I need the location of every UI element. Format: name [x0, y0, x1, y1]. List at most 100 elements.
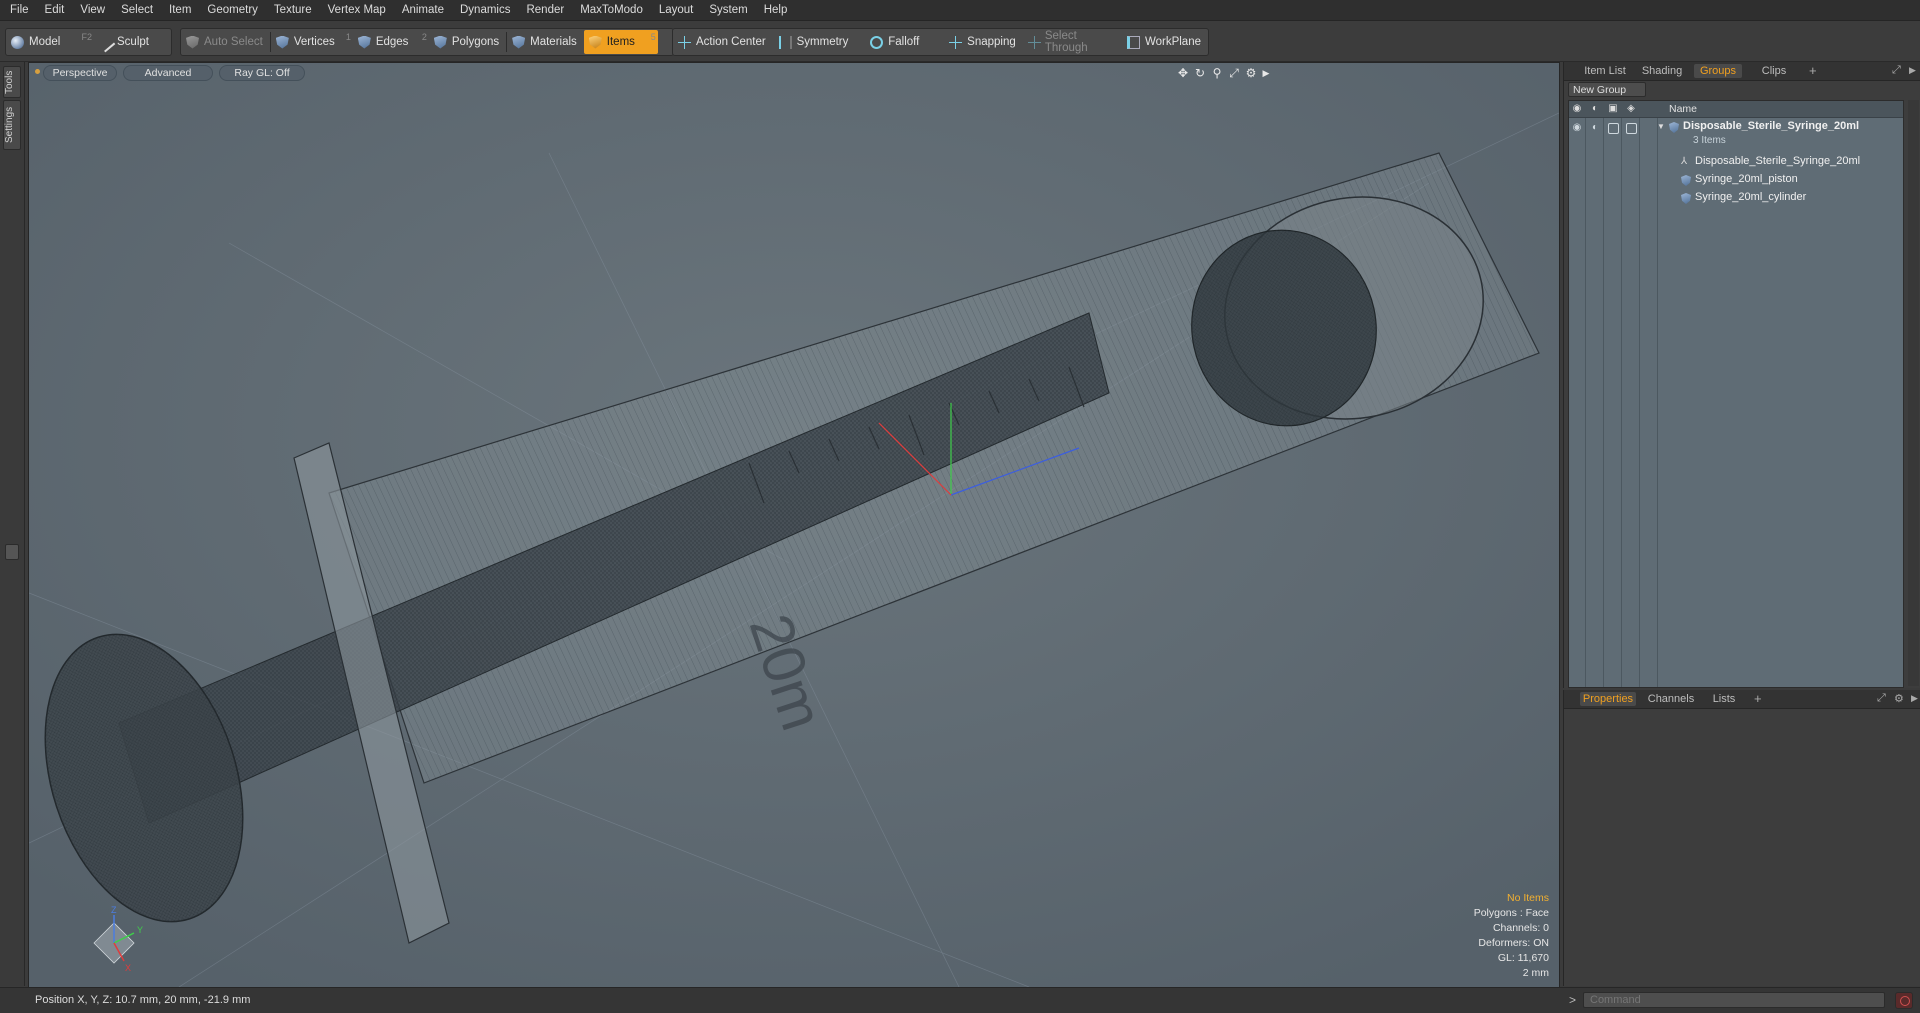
expand-chevron-icon[interactable]: ▼ [1655, 121, 1667, 133]
settings-gear-icon[interactable]: ⚙ [1244, 66, 1258, 80]
lock-checkbox[interactable] [1608, 123, 1619, 134]
child-name: Syringe_20ml_cylinder [1695, 191, 1807, 203]
group-name: Disposable_Sterile_Syringe_20ml [1683, 120, 1860, 132]
menu-system[interactable]: System [701, 0, 755, 20]
expand-arrow-icon[interactable]: ▶ [1259, 66, 1273, 80]
viewport-header: Perspective Advanced Ray GL: Off ✥ ↻ ⚲ ⤢… [29, 63, 1559, 81]
maximize-panel-icon[interactable]: ⤢ [1877, 692, 1886, 705]
rotate-icon[interactable]: ↻ [1193, 66, 1207, 80]
panel-arrow-icon[interactable]: ▶ [1909, 65, 1916, 76]
menu-help[interactable]: Help [756, 0, 796, 20]
add-tab-icon[interactable]: + [1754, 691, 1762, 706]
select-through-button[interactable]: Select Through [1023, 30, 1122, 54]
mesh-icon [1681, 175, 1691, 186]
command-history-button[interactable] [1895, 992, 1913, 1009]
action-center-button[interactable]: Action Center [673, 30, 774, 54]
panel-arrow-icon[interactable]: ▶ [1911, 693, 1918, 704]
svg-text:X: X [125, 963, 131, 973]
render-icon[interactable]: ◐ [1589, 103, 1601, 115]
materials-button[interactable]: Materials [507, 30, 584, 54]
collapse-handle[interactable] [5, 544, 19, 560]
menu-item[interactable]: Item [161, 0, 199, 20]
tab-groups[interactable]: Groups [1694, 64, 1742, 78]
name-column-header[interactable]: Name [1669, 103, 1697, 115]
tab-shading[interactable]: Shading [1638, 64, 1686, 78]
tab-tools[interactable]: Tools [3, 66, 21, 98]
svg-text:Y: Y [137, 925, 143, 935]
select-through-icon [1028, 35, 1041, 49]
render-icon[interactable]: ◐ [1589, 122, 1601, 134]
group-icon [1669, 122, 1679, 133]
menu-texture[interactable]: Texture [266, 0, 320, 20]
3d-viewport[interactable]: 20m Z Y X Perspective Advanced Ray GL: O… [28, 62, 1560, 988]
visibility-eye-icon[interactable]: ◉ [1571, 122, 1583, 134]
tab-settings[interactable]: Settings [3, 100, 21, 150]
command-bar: > [1563, 987, 1920, 1013]
workplane-button[interactable]: WorkPlane [1122, 30, 1208, 54]
polygons-button[interactable]: Polygons [429, 30, 506, 54]
child-name: Disposable_Sterile_Syringe_20ml [1695, 155, 1861, 167]
info-items: No Items [1506, 892, 1549, 904]
menu-edit[interactable]: Edit [37, 0, 73, 20]
select-icon[interactable]: ◈ [1625, 103, 1637, 115]
vertices-button[interactable]: Vertices 1 [271, 30, 353, 54]
menu-animate[interactable]: Animate [394, 0, 452, 20]
symmetry-button[interactable]: Symmetry [774, 30, 866, 54]
maximize-icon[interactable]: ⤢ [1227, 66, 1241, 80]
menu-dynamics[interactable]: Dynamics [452, 0, 518, 20]
zoom-icon[interactable]: ⚲ [1210, 66, 1224, 80]
child-name: Syringe_20ml_piston [1695, 173, 1798, 185]
lock-icon[interactable]: ▣ [1607, 103, 1619, 115]
model-button[interactable]: Model F2 [6, 30, 94, 54]
menu-layout[interactable]: Layout [651, 0, 702, 20]
maximize-panel-icon[interactable]: ⤢ [1892, 64, 1901, 77]
selection-group: Auto Select Vertices 1 Edges 2 Polygons … [180, 28, 674, 56]
add-tab-icon[interactable]: + [1809, 63, 1817, 78]
menu-render[interactable]: Render [518, 0, 572, 20]
info-gl: GL: 11,670 [1497, 952, 1549, 964]
groups-panel-tabbar: Item List Shading Groups Clips + ⤢ ▶ [1564, 62, 1920, 81]
menu-view[interactable]: View [72, 0, 113, 20]
group-child-row[interactable]: Syringe_20ml_piston [1569, 171, 1903, 189]
action-center-icon [678, 35, 691, 49]
raygl-button[interactable]: Ray GL: Off [219, 65, 305, 81]
tab-clips[interactable]: Clips [1754, 64, 1794, 78]
group-child-row[interactable]: Syringe_20ml_cylinder [1569, 189, 1903, 207]
settings-gear-icon[interactable]: ⚙ [1894, 692, 1904, 705]
svg-text:Z: Z [111, 905, 117, 915]
brush-icon [95, 32, 116, 52]
position-readout: Position X, Y, Z: 10.7 mm, 20 mm, -21.9 … [35, 994, 251, 1006]
shading-mode-button[interactable]: Advanced [123, 65, 213, 81]
group-child-row[interactable]: ⅄ Disposable_Sterile_Syringe_20ml [1569, 153, 1903, 171]
symmetry-icon [778, 35, 792, 49]
group-row[interactable]: ◉ ◐ ▼ Disposable_Sterile_Syringe_20ml 3 … [1569, 118, 1903, 150]
visibility-eye-icon[interactable]: ◉ [1571, 103, 1583, 115]
items-button[interactable]: Items 5 [583, 30, 658, 54]
view-mode-button[interactable]: Perspective [43, 65, 117, 81]
tab-item-list[interactable]: Item List [1580, 64, 1630, 78]
sculpt-button[interactable]: Sculpt [94, 30, 156, 54]
tab-lists[interactable]: Lists [1706, 692, 1742, 706]
tab-properties[interactable]: Properties [1580, 692, 1636, 706]
new-group-button[interactable]: New Group [1568, 82, 1646, 97]
groups-scrollbar[interactable] [1908, 100, 1919, 686]
falloff-button[interactable]: Falloff [865, 30, 944, 54]
command-input[interactable] [1583, 992, 1885, 1008]
tab-channels[interactable]: Channels [1644, 692, 1698, 706]
edges-button[interactable]: Edges 2 [353, 30, 429, 54]
viewport-menu-dot[interactable] [35, 69, 40, 74]
tools-group: Action Center Symmetry Falloff Snapping … [672, 28, 1209, 56]
info-polygons: Polygons : Face [1473, 907, 1549, 919]
select-checkbox[interactable] [1626, 123, 1637, 134]
auto-select-button[interactable]: Auto Select [181, 30, 270, 54]
menu-file[interactable]: File [0, 0, 37, 20]
properties-panel: Properties Channels Lists + ⤢ ⚙ ▶ [1563, 690, 1920, 986]
snapping-button[interactable]: Snapping [944, 30, 1023, 54]
menu-geometry[interactable]: Geometry [199, 0, 266, 20]
edges-icon [357, 35, 371, 49]
menu-select[interactable]: Select [113, 0, 161, 20]
menu-maxtomodo[interactable]: MaxToModo [572, 0, 651, 20]
menu-vertex-map[interactable]: Vertex Map [320, 0, 394, 20]
pan-icon[interactable]: ✥ [1176, 66, 1190, 80]
scene-canvas[interactable]: 20m Z Y X [29, 63, 1559, 987]
